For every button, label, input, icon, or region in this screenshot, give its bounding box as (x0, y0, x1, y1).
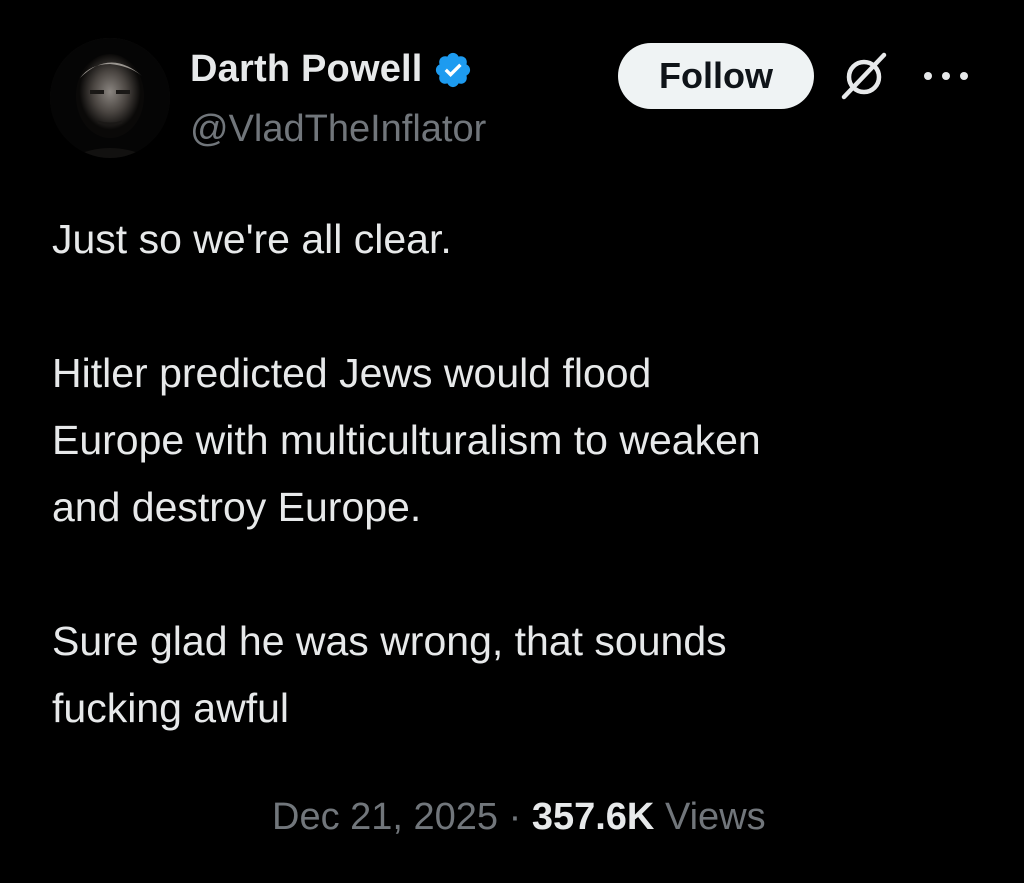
display-name[interactable]: Darth Powell (190, 48, 423, 91)
tweet-meta: Dec 21, 2025 · 357.6K Views (272, 796, 766, 839)
tweet-date[interactable]: Dec 21, 2025 (272, 796, 498, 838)
tweet-line: and destroy Europe. (52, 484, 422, 530)
tweet-line: fucking awful (52, 685, 290, 731)
paragraph-break (52, 273, 992, 340)
paragraph-break (52, 541, 992, 608)
tweet-line: Sure glad he was wrong, that sounds (52, 618, 727, 664)
views-label: Views (664, 796, 766, 838)
verified-badge-icon[interactable] (433, 50, 473, 90)
tweet-text: Just so we're all clear. Hitler predicte… (52, 206, 992, 742)
follow-button[interactable]: Follow (618, 43, 814, 109)
tweet-line: Europe with multiculturalism to weaken (52, 417, 761, 463)
grok-icon[interactable] (834, 46, 894, 106)
meta-separator: · (508, 796, 522, 838)
author-handle[interactable]: @VladTheInflator (190, 108, 486, 151)
avatar[interactable] (50, 38, 170, 158)
more-icon[interactable] (920, 66, 972, 86)
tweet: Darth Powell @VladTheInflator Follow Jus… (0, 0, 1024, 883)
avatar-image (50, 38, 170, 158)
tweet-line: Hitler predicted Jews would flood (52, 350, 652, 396)
tweet-line: Just so we're all clear. (52, 216, 452, 262)
display-name-row: Darth Powell (190, 48, 473, 91)
views-count[interactable]: 357.6K (532, 796, 655, 838)
